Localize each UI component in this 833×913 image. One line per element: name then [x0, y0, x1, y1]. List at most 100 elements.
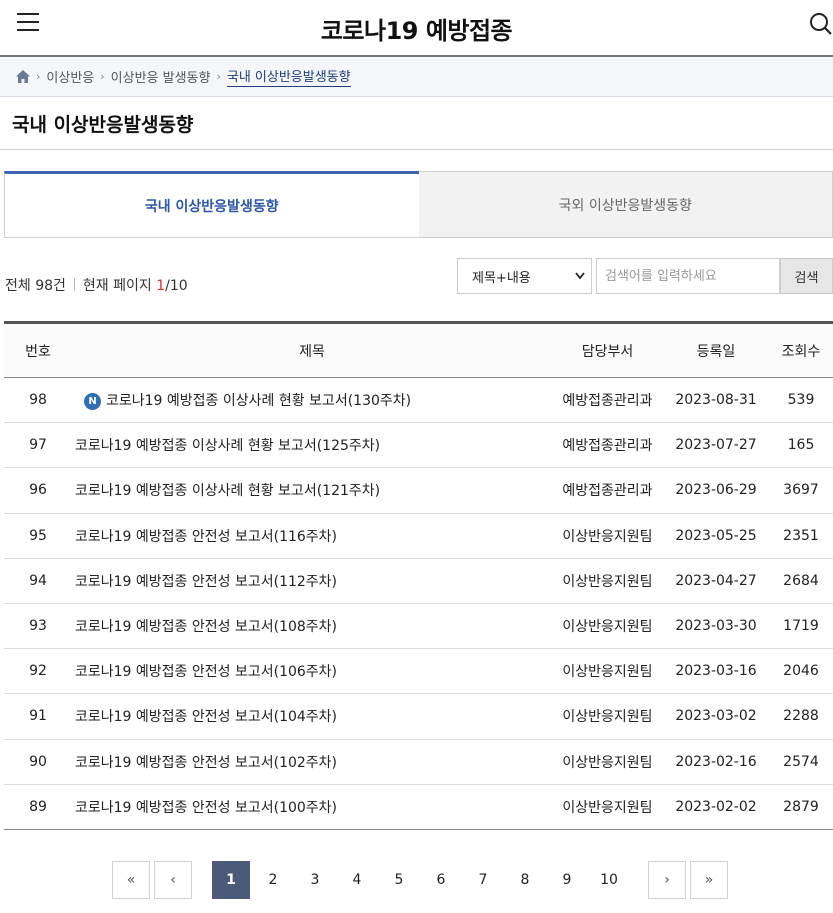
header-title: 제목 — [299, 343, 325, 360]
row-date: 2023-03-16 — [675, 663, 757, 680]
row-number: 97 — [29, 437, 47, 454]
next-page-button[interactable]: › — [648, 861, 686, 899]
chevron-right-icon: › — [36, 70, 41, 83]
row-number: 89 — [29, 798, 47, 815]
tab-overseas[interactable]: 국외 이상반응발생동향 — [418, 171, 833, 238]
row-dept: 예방접종관리과 — [562, 438, 653, 455]
table-row[interactable]: 94 코로나19 예방접종 안전성 보고서(112주차) 이상반응지원팀 2023-0… — [4, 558, 833, 604]
breadcrumb-item-adverse[interactable]: 이상반응 — [46, 67, 94, 86]
tab-bar: 국내 이상반응발생동향 국외 이상반응발생동향 — [4, 171, 833, 238]
first-page-button[interactable]: « — [112, 861, 150, 899]
row-views: 1719 — [783, 618, 819, 635]
page-number-4[interactable]: 4 — [338, 861, 376, 899]
search-icon[interactable] — [809, 12, 833, 36]
table-header-row: 번호 제목 담당부서 등록일 조회수 — [4, 322, 833, 378]
row-dept: 예방접종관리과 — [562, 393, 653, 410]
total-pages: /10 — [165, 278, 188, 294]
row-date: 2023-06-29 — [675, 482, 757, 499]
row-date: 2023-07-27 — [675, 437, 757, 454]
page-number-3[interactable]: 3 — [296, 861, 334, 899]
post-title-link[interactable]: 코로나19 예방접종 안전성 보고서(116주차) — [75, 529, 337, 545]
row-number: 91 — [29, 708, 47, 725]
table-row[interactable]: 95 코로나19 예방접종 안전성 보고서(116주차) 이상반응지원팀 2023-0… — [4, 513, 833, 559]
row-date: 2023-08-31 — [675, 392, 757, 409]
chevron-right-icon: › — [100, 70, 105, 83]
post-title-link[interactable]: 코로나19 예방접종 안전성 보고서(106주차) — [75, 664, 337, 680]
search-button[interactable]: 검색 — [780, 258, 833, 294]
table-row[interactable]: 97 코로나19 예방접종 이상사례 현황 보고서(125주차) 예방접종관리과 20… — [4, 423, 833, 468]
row-dept: 이상반응지원팀 — [562, 528, 653, 545]
search-type-select[interactable]: 제목+내용 — [457, 258, 592, 294]
table-row[interactable]: 96 코로나19 예방접종 이상사례 현황 보고서(121주차) 예방접종관리과 20… — [4, 468, 833, 514]
prev-page-button[interactable]: ‹ — [154, 861, 192, 899]
row-views: 165 — [787, 437, 815, 454]
row-title-cell: 코로나19 예방접종 안전성 보고서(106주차) — [72, 649, 552, 694]
post-title-link[interactable]: 코로나19 예방접종 이상사례 현황 보고서(125주차) — [75, 438, 380, 454]
row-views: 2574 — [783, 753, 819, 770]
divider — [73, 278, 75, 291]
table-row[interactable]: 92 코로나19 예방접종 안전성 보고서(106주차) 이상반응지원팀 2023-0… — [4, 649, 833, 694]
home-icon[interactable] — [16, 70, 30, 83]
breadcrumb-item-adverse-trend[interactable]: 이상반응 발생동향 — [111, 67, 211, 86]
post-title-link[interactable]: 코로나19 예방접종 안전성 보고서(112주차) — [75, 574, 337, 590]
row-dept: 이상반응지원팀 — [562, 799, 653, 816]
result-count: 전체 98건 현재 페이지 1/10 — [5, 275, 188, 295]
row-title-cell: 코로나19 예방접종 안전성 보고서(100주차) — [72, 784, 552, 829]
table-row[interactable]: 98 N 코로나19 예방접종 이상사례 현황 보고서(130주차) 예방접종관리과 2… — [4, 378, 833, 423]
table-row[interactable]: 90 코로나19 예방접종 안전성 보고서(102주차) 이상반응지원팀 2023-0… — [4, 739, 833, 785]
row-title-cell: 코로나19 예방접종 안전성 보고서(102주차) — [72, 739, 552, 784]
search-input[interactable] — [596, 258, 780, 294]
table-row[interactable]: 89 코로나19 예방접종 안전성 보고서(100주차) 이상반응지원팀 2023-0… — [4, 784, 833, 830]
row-number: 92 — [29, 663, 47, 680]
row-number: 94 — [29, 572, 47, 589]
app-title: 코로나19 예방접종 — [320, 17, 513, 45]
row-dept: 이상반응지원팀 — [562, 573, 653, 590]
table-row[interactable]: 93 코로나19 예방접종 안전성 보고서(108주차) 이상반응지원팀 2023-0… — [4, 603, 833, 649]
page-number-7[interactable]: 7 — [464, 861, 502, 899]
breadcrumb: › 이상반응 › 이상반응 발생동향 › 국내 이상반응발생동향 — [0, 57, 833, 97]
row-date: 2023-03-30 — [675, 618, 757, 635]
row-number: 90 — [29, 753, 47, 770]
post-title-link[interactable]: 코로나19 예방접종 안전성 보고서(102주차) — [75, 755, 337, 771]
page-number-1[interactable]: 1 — [212, 861, 250, 899]
post-title-link[interactable]: 코로나19 예방접종 안전성 보고서(104주차) — [75, 709, 337, 725]
row-number: 93 — [29, 618, 47, 635]
row-views: 2288 — [783, 708, 819, 725]
breadcrumb-item-current: 국내 이상반응발생동향 — [226, 66, 351, 87]
row-dept: 이상반응지원팀 — [562, 619, 653, 636]
post-title-link[interactable]: 코로나19 예방접종 이상사례 현황 보고서(121주차) — [75, 483, 380, 499]
page-number-2[interactable]: 2 — [254, 861, 292, 899]
page-number-10[interactable]: 10 — [590, 861, 628, 899]
list-toolbar: 전체 98건 현재 페이지 1/10 제목+내용 검색 — [0, 258, 833, 294]
row-date: 2023-04-27 — [675, 572, 757, 589]
header-dept: 담당부서 — [581, 343, 634, 360]
row-date: 2023-02-02 — [675, 798, 757, 815]
page-title: 국내 이상반응발생동향 — [0, 97, 833, 150]
row-views: 3697 — [783, 482, 819, 499]
page-number-5[interactable]: 5 — [380, 861, 418, 899]
row-dept: 이상반응지원팀 — [562, 709, 653, 726]
row-dept: 이상반응지원팀 — [562, 664, 653, 681]
row-date: 2023-03-02 — [675, 708, 757, 725]
total-count: 전체 98건 — [5, 278, 66, 294]
page-label: 현재 페이지 — [82, 278, 152, 294]
row-dept: 예방접종관리과 — [562, 483, 653, 500]
tab-domestic[interactable]: 국내 이상반응발생동향 — [4, 171, 419, 238]
row-dept: 이상반응지원팀 — [562, 754, 653, 771]
post-title-link[interactable]: 코로나19 예방접종 안전성 보고서(108주차) — [75, 619, 337, 635]
post-table: 번호 제목 담당부서 등록일 조회수 98 N 코로나19 예방접종 이상사례 현황… — [4, 321, 833, 830]
chevron-down-icon — [575, 272, 585, 280]
chevron-right-icon: › — [216, 70, 221, 83]
row-views: 2879 — [783, 798, 819, 815]
table-row[interactable]: 91 코로나19 예방접종 안전성 보고서(104주차) 이상반응지원팀 2023-0… — [4, 694, 833, 739]
row-title-cell: 코로나19 예방접종 안전성 보고서(104주차) — [72, 694, 552, 739]
page-number-9[interactable]: 9 — [548, 861, 586, 899]
post-title-link[interactable]: 코로나19 예방접종 이상사례 현황 보고서(130주차) — [106, 393, 411, 409]
row-number: 96 — [29, 482, 47, 499]
page-number-8[interactable]: 8 — [506, 861, 544, 899]
row-views: 539 — [787, 392, 815, 409]
post-title-link[interactable]: 코로나19 예방접종 안전성 보고서(100주차) — [75, 800, 337, 816]
last-page-button[interactable]: » — [690, 861, 728, 899]
header-views: 조회수 — [781, 343, 821, 360]
page-number-6[interactable]: 6 — [422, 861, 460, 899]
